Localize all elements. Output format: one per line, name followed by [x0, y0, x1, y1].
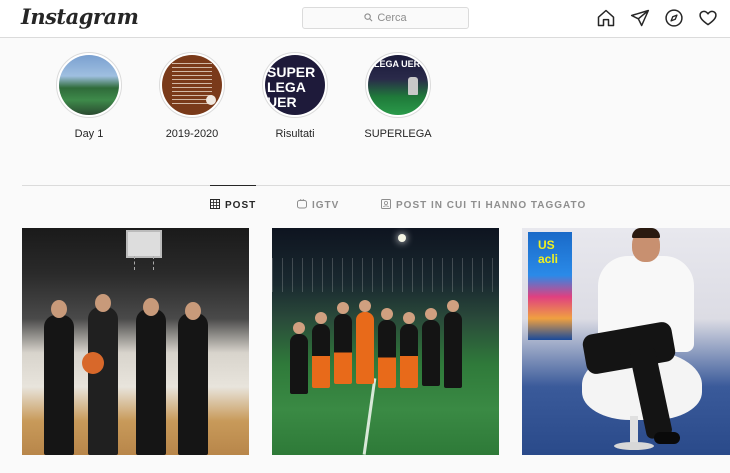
- post-football-team[interactable]: [272, 228, 499, 455]
- story-highlights: Day 1 2019-2020 SUPER LEGA UER Risultati…: [0, 52, 730, 152]
- basketball-hoop: [126, 230, 162, 258]
- explore-icon[interactable]: [663, 7, 684, 28]
- post-tv-studio[interactable]: US acli: [522, 228, 730, 455]
- highlight-cover: [59, 55, 119, 115]
- tab-label: IGTV: [312, 199, 340, 211]
- tab-label: POST IN CUI TI HANNO TAGGATO: [396, 199, 587, 211]
- search-placeholder: Cerca: [377, 12, 407, 24]
- screen-logo-text: US acli: [538, 238, 559, 266]
- studio-screen: US acli: [528, 232, 572, 340]
- highlight-superlega[interactable]: LEGA UER SUPERLEGA: [358, 52, 438, 140]
- highlight-ring: [159, 52, 225, 118]
- highlight-cover: SUPER LEGA UER: [265, 55, 325, 115]
- post-basketball[interactable]: [22, 228, 249, 455]
- search-input[interactable]: Cerca: [302, 7, 469, 29]
- highlight-2019-2020[interactable]: 2019-2020: [152, 52, 232, 140]
- ball-icon: [206, 95, 216, 105]
- tagged-icon: [381, 198, 391, 212]
- basketball-icon: [82, 352, 104, 374]
- instagram-logo[interactable]: Instagram: [21, 4, 139, 29]
- nav-icons: [595, 7, 718, 28]
- highlight-label: Day 1: [74, 128, 104, 140]
- tab-post[interactable]: POST: [210, 185, 257, 225]
- highlight-label: Risultati: [275, 128, 315, 140]
- highlight-label: 2019-2020: [165, 128, 219, 140]
- search-icon: [364, 9, 373, 27]
- highlight-risultati[interactable]: SUPER LEGA UER Risultati: [255, 52, 335, 140]
- highlight-cover: [162, 55, 222, 115]
- highlight-day-1[interactable]: Day 1: [49, 52, 129, 140]
- highlight-cover: LEGA UER: [368, 55, 428, 115]
- highlight-cover-text: LEGA UER: [374, 59, 421, 69]
- highlight-ring: LEGA UER: [365, 52, 431, 118]
- tab-igtv[interactable]: IGTV: [297, 185, 339, 225]
- direct-icon[interactable]: [629, 7, 650, 28]
- grid-icon: [210, 199, 220, 212]
- highlight-label: SUPERLEGA: [364, 128, 432, 140]
- highlight-ring: [56, 52, 122, 118]
- posts-grid: US acli: [22, 228, 730, 455]
- tab-label: POST: [225, 200, 257, 211]
- profile-tabs: POST IGTV POST IN CUI TI HANNO TAGGATO: [0, 185, 730, 225]
- trophy-icon: [408, 77, 418, 95]
- home-icon[interactable]: [595, 7, 616, 28]
- activity-icon[interactable]: [697, 7, 718, 28]
- top-navigation-bar: Instagram Cerca: [0, 0, 730, 38]
- igtv-icon: [297, 198, 307, 212]
- highlight-ring: SUPER LEGA UER: [262, 52, 328, 118]
- tab-tagged[interactable]: POST IN CUI TI HANNO TAGGATO: [381, 185, 586, 225]
